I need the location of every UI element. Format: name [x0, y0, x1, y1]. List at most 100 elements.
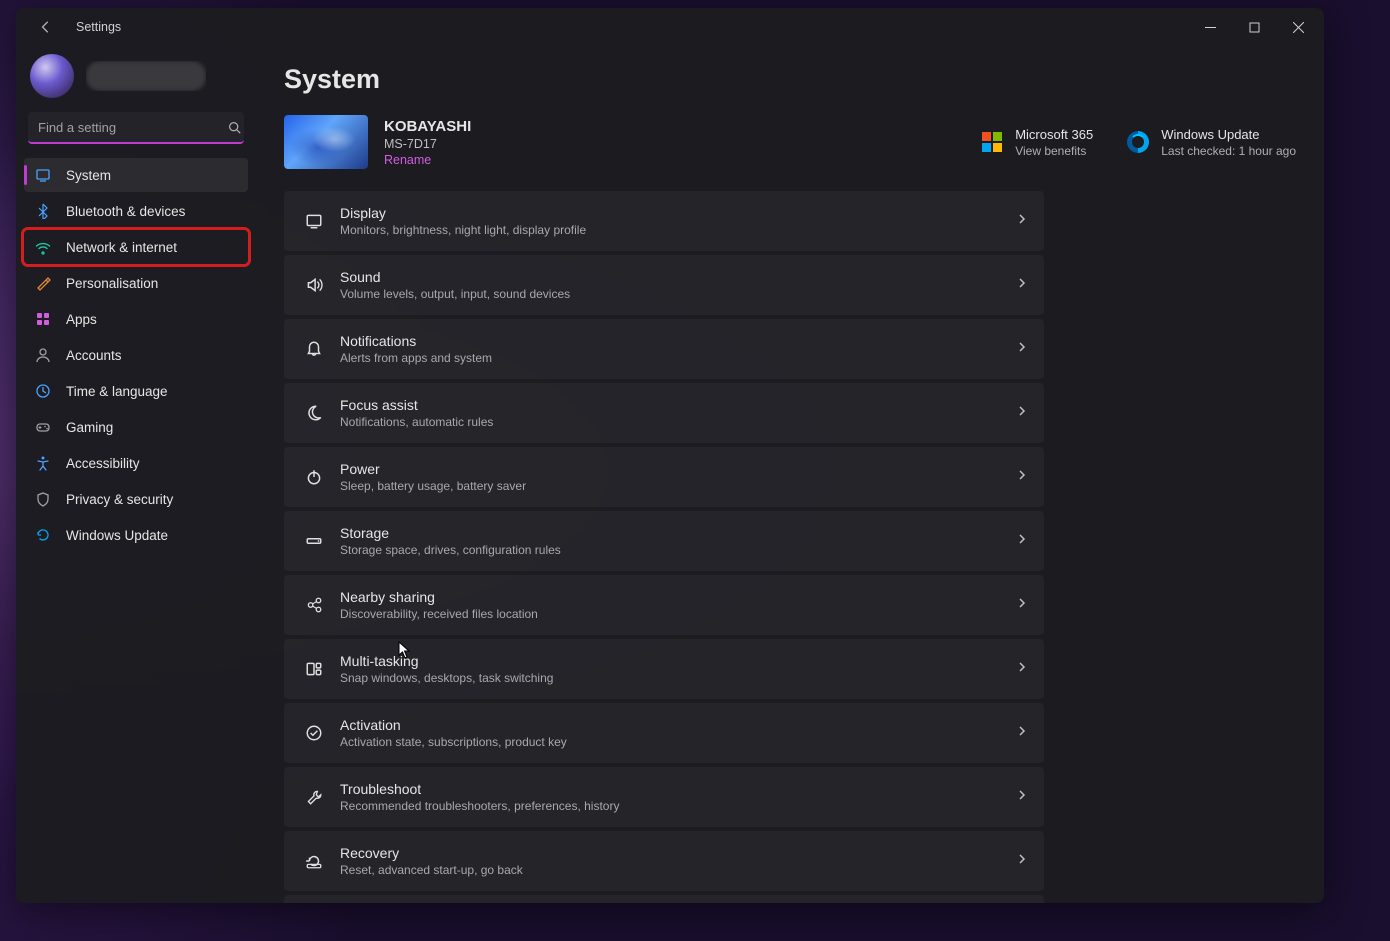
chevron-right-icon — [1016, 340, 1028, 358]
settings-card-multi-tasking[interactable]: Multi-taskingSnap windows, desktops, tas… — [284, 639, 1044, 699]
settings-window: Settings — [16, 8, 1324, 903]
device-thumbnail — [284, 115, 368, 169]
user-account-row[interactable] — [24, 46, 248, 108]
card-description: Storage space, drives, configuration rul… — [340, 543, 1016, 557]
sidebar-item-gaming[interactable]: Gaming — [24, 410, 248, 444]
main-content: System KOBAYASHI MS-7D17 Rename Microsof… — [256, 46, 1324, 903]
sidebar-item-label: Time & language — [66, 384, 168, 399]
microsoft-365-title: Microsoft 365 — [1015, 127, 1093, 142]
search-box[interactable] — [28, 112, 244, 144]
sidebar-item-network-internet[interactable]: Network & internet — [24, 230, 248, 264]
card-description: Sleep, battery usage, battery saver — [340, 479, 1016, 493]
minimize-icon — [1205, 22, 1216, 33]
avatar — [30, 54, 74, 98]
card-title: Recovery — [340, 845, 1016, 861]
settings-card-list: DisplayMonitors, brightness, night light… — [284, 191, 1044, 903]
chevron-right-icon — [1016, 468, 1028, 486]
settings-card-display[interactable]: DisplayMonitors, brightness, night light… — [284, 191, 1044, 251]
nav-list: System Bluetooth & devices Network & inter… — [24, 154, 248, 552]
settings-card-focus-assist[interactable]: Focus assistNotifications, automatic rul… — [284, 383, 1044, 443]
card-description: Reset, advanced start-up, go back — [340, 863, 1016, 877]
sidebar-item-time-language[interactable]: Time & language — [24, 374, 248, 408]
card-description: Monitors, brightness, night light, displ… — [340, 223, 1016, 237]
card-title: Notifications — [340, 333, 1016, 349]
chevron-right-icon — [1016, 788, 1028, 806]
microsoft-365-icon — [981, 131, 1003, 153]
settings-card-recovery[interactable]: Recovery Reset, advanced start-up, go bac… — [284, 831, 1044, 891]
bluetooth-icon — [34, 202, 52, 220]
card-description: Discoverability, received files location — [340, 607, 1016, 621]
sidebar-item-apps[interactable]: Apps — [24, 302, 248, 336]
apps-icon — [34, 310, 52, 328]
sidebar-item-privacy-security[interactable]: Privacy & security — [24, 482, 248, 516]
sidebar-item-windows-update[interactable]: Windows Update — [24, 518, 248, 552]
chevron-right-icon — [1016, 596, 1028, 614]
recovery-icon — [300, 852, 328, 870]
multitask-icon — [300, 660, 328, 678]
chevron-right-icon — [1016, 276, 1028, 294]
settings-card-projecting-to-this-pc[interactable]: Projecting to this PCPermissions, pairin… — [284, 895, 1044, 903]
sidebar-item-label: Bluetooth & devices — [66, 204, 185, 219]
device-name: KOBAYASHI — [384, 118, 471, 135]
rename-link[interactable]: Rename — [384, 153, 471, 167]
sidebar-item-label: Accounts — [66, 348, 122, 363]
gamepad-icon — [34, 418, 52, 436]
windows-update-icon — [1127, 131, 1149, 153]
minimize-button[interactable] — [1188, 12, 1232, 42]
microsoft-365-tile[interactable]: Microsoft 365 View benefits — [981, 127, 1093, 158]
card-title: Storage — [340, 525, 1016, 541]
card-description: Notifications, automatic rules — [340, 415, 1016, 429]
settings-card-power[interactable]: Power Sleep, battery usage, battery saver — [284, 447, 1044, 507]
share-icon — [300, 596, 328, 614]
user-name-redacted — [86, 61, 206, 91]
sidebar-item-label: Privacy & security — [66, 492, 173, 507]
settings-card-activation[interactable]: ActivationActivation state, subscription… — [284, 703, 1044, 763]
shield-icon — [34, 490, 52, 508]
wrench-icon — [300, 788, 328, 806]
update-icon — [34, 526, 52, 544]
display-icon — [34, 166, 52, 184]
search-input[interactable] — [28, 120, 224, 135]
titlebar: Settings — [16, 8, 1324, 46]
settings-card-troubleshoot[interactable]: TroubleshootRecommended troubleshooters,… — [284, 767, 1044, 827]
sidebar-item-bluetooth-devices[interactable]: Bluetooth & devices — [24, 194, 248, 228]
windows-update-title: Windows Update — [1161, 127, 1296, 142]
check-icon — [300, 724, 328, 742]
storage-icon — [300, 532, 328, 550]
moon-icon — [300, 404, 328, 422]
back-button[interactable] — [28, 9, 64, 45]
sidebar-item-accounts[interactable]: Accounts — [24, 338, 248, 372]
clock-icon — [34, 382, 52, 400]
sidebar: System Bluetooth & devices Network & inter… — [16, 46, 256, 903]
settings-card-storage[interactable]: Storage Storage space, drives, configurat… — [284, 511, 1044, 571]
sidebar-item-label: Personalisation — [66, 276, 158, 291]
maximize-icon — [1249, 22, 1260, 33]
settings-card-notifications[interactable]: NotificationsAlerts from apps and system — [284, 319, 1044, 379]
titlebar-title: Settings — [76, 20, 121, 34]
settings-card-sound[interactable]: Sound Volume levels, output, input, sound… — [284, 255, 1044, 315]
card-title: Sound — [340, 269, 1016, 285]
sidebar-item-label: Gaming — [66, 420, 113, 435]
bell-icon — [300, 340, 328, 358]
card-title: Nearby sharing — [340, 589, 1016, 605]
device-info: KOBAYASHI MS-7D17 Rename — [384, 118, 471, 167]
sidebar-item-accessibility[interactable]: Accessibility — [24, 446, 248, 480]
microsoft-365-sub: View benefits — [1015, 144, 1093, 158]
card-description: Volume levels, output, input, sound devi… — [340, 287, 1016, 301]
chevron-right-icon — [1016, 532, 1028, 550]
windows-update-tile[interactable]: Windows Update Last checked: 1 hour ago — [1127, 127, 1296, 158]
sidebar-item-system[interactable]: System — [24, 158, 248, 192]
user-info — [86, 61, 206, 91]
search-icon — [224, 121, 244, 134]
accessibility-icon — [34, 454, 52, 472]
chevron-right-icon — [1016, 404, 1028, 422]
wifi-icon — [34, 238, 52, 256]
sidebar-item-personalisation[interactable]: Personalisation — [24, 266, 248, 300]
maximize-button[interactable] — [1232, 12, 1276, 42]
person-icon — [34, 346, 52, 364]
card-title: Power — [340, 461, 1016, 477]
close-button[interactable] — [1276, 12, 1320, 42]
sidebar-item-label: Network & internet — [66, 240, 177, 255]
card-title: Troubleshoot — [340, 781, 1016, 797]
settings-card-nearby-sharing[interactable]: Nearby sharing Discoverability, received … — [284, 575, 1044, 635]
